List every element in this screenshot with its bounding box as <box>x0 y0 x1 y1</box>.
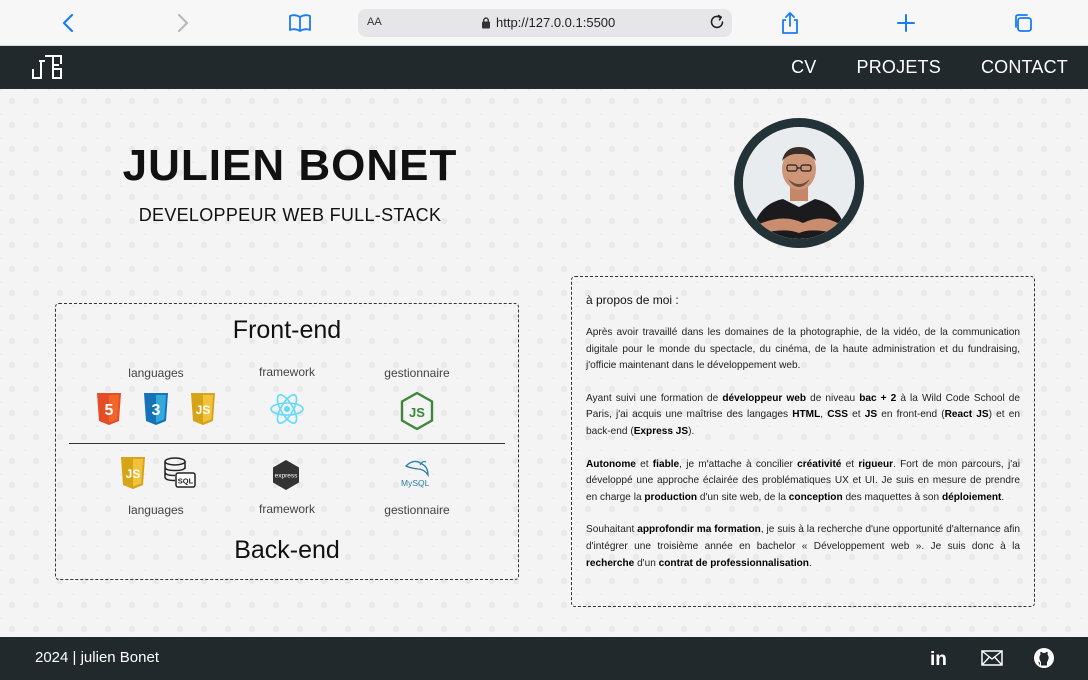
svg-text:SQL: SQL <box>178 477 194 486</box>
reload-icon <box>710 14 724 29</box>
copyright-text: 2024 | julien Bonet <box>35 649 159 666</box>
share-button[interactable] <box>775 8 805 38</box>
back-gestionnaire-label: gestionnaire <box>384 503 450 517</box>
about-paragraph-1: Après avoir travaillé dans les domaines … <box>586 327 1020 372</box>
svg-text:JS: JS <box>196 403 211 417</box>
profile-photo <box>743 127 855 239</box>
about-heading: à propos de moi : <box>586 293 679 307</box>
site-footer: 2024 | julien Bonet in <box>0 637 1088 680</box>
nav-link-projets[interactable]: PROJETS <box>857 57 941 78</box>
tabs-button[interactable] <box>1008 8 1038 38</box>
svg-text:JS: JS <box>409 405 425 420</box>
lock-icon <box>481 16 491 34</box>
nav-link-contact[interactable]: CONTACT <box>981 57 1068 78</box>
back-languages-label: languages <box>128 503 184 517</box>
about-paragraph-2: Ayant suivi une formation de développeur… <box>586 392 1020 437</box>
sql-database-icon: SQL <box>164 457 196 488</box>
skills-divider <box>69 443 505 444</box>
svg-text:5: 5 <box>105 402 114 419</box>
skills-panel: Front-end languages framework gestionnai… <box>55 303 519 580</box>
front-end-heading: Front-end <box>232 316 342 344</box>
about-panel: à propos de moi : Après avoir travaillé … <box>571 276 1035 607</box>
linkedin-link[interactable]: in <box>928 646 952 670</box>
address-bar[interactable]: AA http://127.0.0.1:5500 <box>358 9 732 37</box>
html5-icon: 5 <box>97 393 121 425</box>
reload-button[interactable] <box>708 13 726 36</box>
avatar <box>734 118 864 248</box>
react-icon <box>270 394 304 424</box>
main-nav: CV PROJETS CONTACT <box>791 46 1068 89</box>
mail-icon <box>981 650 1003 666</box>
mysql-icon: MySQL <box>401 460 430 488</box>
front-framework-label: framework <box>258 365 315 379</box>
chevron-right-icon <box>177 13 189 33</box>
new-tab-button[interactable] <box>891 8 921 38</box>
github-link[interactable] <box>1032 646 1056 670</box>
tabs-icon <box>1015 14 1032 32</box>
github-icon <box>1034 648 1054 668</box>
front-gestionnaire-label: gestionnaire <box>384 366 450 380</box>
svg-text:MySQL: MySQL <box>401 478 430 488</box>
css3-icon: 3 <box>144 393 168 425</box>
svg-text:JS: JS <box>126 467 141 481</box>
svg-text:express: express <box>275 473 299 480</box>
svg-text:3: 3 <box>152 402 161 419</box>
front-languages-label: languages <box>128 366 184 380</box>
social-links: in <box>928 646 1056 670</box>
back-button[interactable] <box>53 8 83 38</box>
svg-text:in: in <box>930 649 947 668</box>
main-content: JULIEN BONET DEVELOPPEUR WEB FULL-STACK … <box>0 89 1088 637</box>
about-paragraph-4: Souhaitant approfondir ma formation, je … <box>586 524 1020 569</box>
bookmarks-button[interactable] <box>285 8 315 38</box>
email-link[interactable] <box>980 646 1004 670</box>
express-icon: express <box>273 460 299 490</box>
nav-link-cv[interactable]: CV <box>791 57 816 78</box>
hero-name: JULIEN BONET <box>122 141 458 190</box>
about-paragraph-3: Autonome et fiable, je m'attache à conci… <box>586 458 1020 503</box>
plus-icon <box>897 14 915 32</box>
forward-button[interactable] <box>168 8 198 38</box>
logo-link[interactable] <box>30 53 66 83</box>
nodejs-icon: JS <box>400 391 434 431</box>
hero-title: DEVELOPPEUR WEB FULL-STACK <box>138 205 442 225</box>
javascript-icon: JS <box>191 393 215 425</box>
text-size-button[interactable]: AA <box>367 16 382 28</box>
site-header: CV PROJETS CONTACT <box>0 46 1088 89</box>
linkedin-icon: in <box>930 649 947 668</box>
back-framework-label: framework <box>258 502 315 516</box>
share-icon <box>782 12 798 34</box>
back-end-heading: Back-end <box>234 536 340 564</box>
book-icon <box>289 14 311 32</box>
chevron-left-icon <box>62 13 74 33</box>
javascript-backend-icon: JS <box>121 457 145 489</box>
url-text: http://127.0.0.1:5500 <box>496 15 616 30</box>
jb-logo-icon <box>32 55 62 79</box>
browser-toolbar: AA http://127.0.0.1:5500 <box>0 0 1088 46</box>
